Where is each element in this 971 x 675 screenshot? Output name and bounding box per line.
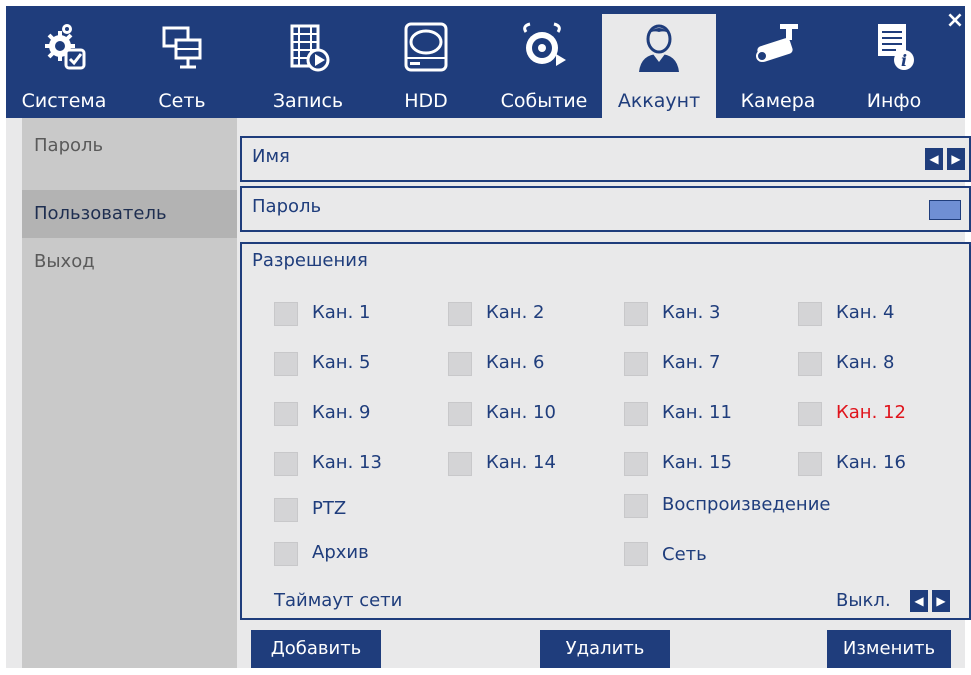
channel-1-checkbox[interactable] <box>274 302 298 326</box>
tab-label: Инфо <box>866 90 922 112</box>
channel-16-checkbox[interactable] <box>798 452 822 476</box>
channel-6-label: Кан. 6 <box>486 352 545 373</box>
camera-icon <box>756 24 798 62</box>
ptz-checkbox[interactable] <box>274 498 298 522</box>
channel-4-label: Кан. 4 <box>836 302 895 323</box>
network-perm-checkbox[interactable] <box>624 542 648 566</box>
tab-label: HDD <box>404 90 448 112</box>
svg-text:i: i <box>901 51 907 70</box>
sidebar-item-password[interactable]: Пароль <box>22 122 237 170</box>
channel-8-checkbox[interactable] <box>798 352 822 376</box>
channel-16-label: Кан. 16 <box>836 452 906 473</box>
event-alarm-icon <box>523 22 566 66</box>
channel-14-checkbox[interactable] <box>448 452 472 476</box>
channel-9-label: Кан. 9 <box>312 402 371 423</box>
channel-5-checkbox[interactable] <box>274 352 298 376</box>
channel-10-checkbox[interactable] <box>448 402 472 426</box>
tab-label: Событие <box>500 90 588 112</box>
channel-13-label: Кан. 13 <box>312 452 382 473</box>
channel-15-label: Кан. 15 <box>662 452 732 473</box>
channel-9-checkbox[interactable] <box>274 402 298 426</box>
channel-10-label: Кан. 10 <box>486 402 556 423</box>
channel-4-checkbox[interactable] <box>798 302 822 326</box>
archive-checkbox[interactable] <box>274 542 298 566</box>
channel-15-checkbox[interactable] <box>624 452 648 476</box>
tab-label: Камера <box>740 90 816 112</box>
tab-system[interactable]: Система <box>12 14 116 118</box>
name-next-arrow-icon[interactable]: ▶ <box>947 148 965 170</box>
channel-11-checkbox[interactable] <box>624 402 648 426</box>
tab-account[interactable]: Аккаунт <box>602 14 716 118</box>
system-settings-icon <box>45 24 86 70</box>
password-field[interactable]: Пароль <box>240 186 971 232</box>
tab-info[interactable]: i Инфо <box>842 14 946 118</box>
tab-camera[interactable]: Камера <box>726 14 830 118</box>
channel-3-checkbox[interactable] <box>624 302 648 326</box>
playback-checkbox[interactable] <box>624 494 648 518</box>
tab-event[interactable]: Событие <box>492 14 596 118</box>
password-label: Пароль <box>252 196 322 217</box>
name-prev-arrow-icon[interactable]: ◀ <box>925 148 943 170</box>
tab-label: Запись <box>272 90 344 112</box>
sidebar: Пароль Пользователь Выход <box>22 118 237 668</box>
channel-13-checkbox[interactable] <box>274 452 298 476</box>
tab-label: Аккаунт <box>617 90 701 112</box>
sidebar-item-user[interactable]: Пользователь <box>22 190 237 238</box>
channel-7-label: Кан. 7 <box>662 352 721 373</box>
network-perm-label: Сеть <box>662 544 707 565</box>
channel-2-checkbox[interactable] <box>448 302 472 326</box>
record-icon <box>290 24 330 72</box>
tab-record[interactable]: Запись <box>256 14 360 118</box>
account-user-icon <box>639 24 679 72</box>
network-icon <box>162 26 202 69</box>
tab-network[interactable]: Сеть <box>142 14 222 118</box>
add-user-button[interactable]: Добавить <box>251 630 381 668</box>
tab-label: Система <box>21 90 107 112</box>
sidebar-item-exit[interactable]: Выход <box>22 238 237 286</box>
edit-user-button[interactable]: Изменить <box>827 630 951 668</box>
network-timeout-value: Выкл. <box>836 590 891 611</box>
archive-label: Архив <box>312 542 369 563</box>
timeout-next-arrow-icon[interactable]: ▶ <box>932 590 950 612</box>
info-icon: i <box>878 24 914 70</box>
channel-7-checkbox[interactable] <box>624 352 648 376</box>
channel-14-label: Кан. 14 <box>486 452 556 473</box>
delete-user-button[interactable]: Удалить <box>540 630 670 668</box>
channel-1-label: Кан. 1 <box>312 302 371 323</box>
channel-6-checkbox[interactable] <box>448 352 472 376</box>
tab-hdd[interactable]: HDD <box>386 14 466 118</box>
channel-2-label: Кан. 2 <box>486 302 545 323</box>
permissions-title: Разрешения <box>252 250 368 271</box>
tab-label: Сеть <box>158 90 206 112</box>
keyboard-icon[interactable] <box>929 200 961 220</box>
channel-3-label: Кан. 3 <box>662 302 721 323</box>
playback-label: Воспроизведение <box>662 494 831 515</box>
channel-11-label: Кан. 11 <box>662 402 732 423</box>
permissions-panel: Разрешения Кан. 1 Кан. 2 Кан. 3 Кан. 4 К… <box>240 242 971 620</box>
network-timeout-label: Таймаут сети <box>274 590 403 611</box>
main-tab-bar: Система Сеть Запись HDD Событие Аккаунт … <box>6 6 965 118</box>
channel-8-label: Кан. 8 <box>836 352 895 373</box>
ptz-label: PTZ <box>312 498 347 519</box>
name-field[interactable]: Имя ◀ ▶ <box>240 136 971 182</box>
hdd-icon <box>404 22 448 72</box>
channel-5-label: Кан. 5 <box>312 352 371 373</box>
close-icon[interactable]: × <box>945 10 965 32</box>
channel-12-checkbox[interactable] <box>798 402 822 426</box>
timeout-prev-arrow-icon[interactable]: ◀ <box>910 590 928 612</box>
name-label: Имя <box>252 146 290 167</box>
dvr-settings-window: Система Сеть Запись HDD Событие Аккаунт … <box>6 6 971 668</box>
channel-12-label: Кан. 12 <box>836 402 906 423</box>
